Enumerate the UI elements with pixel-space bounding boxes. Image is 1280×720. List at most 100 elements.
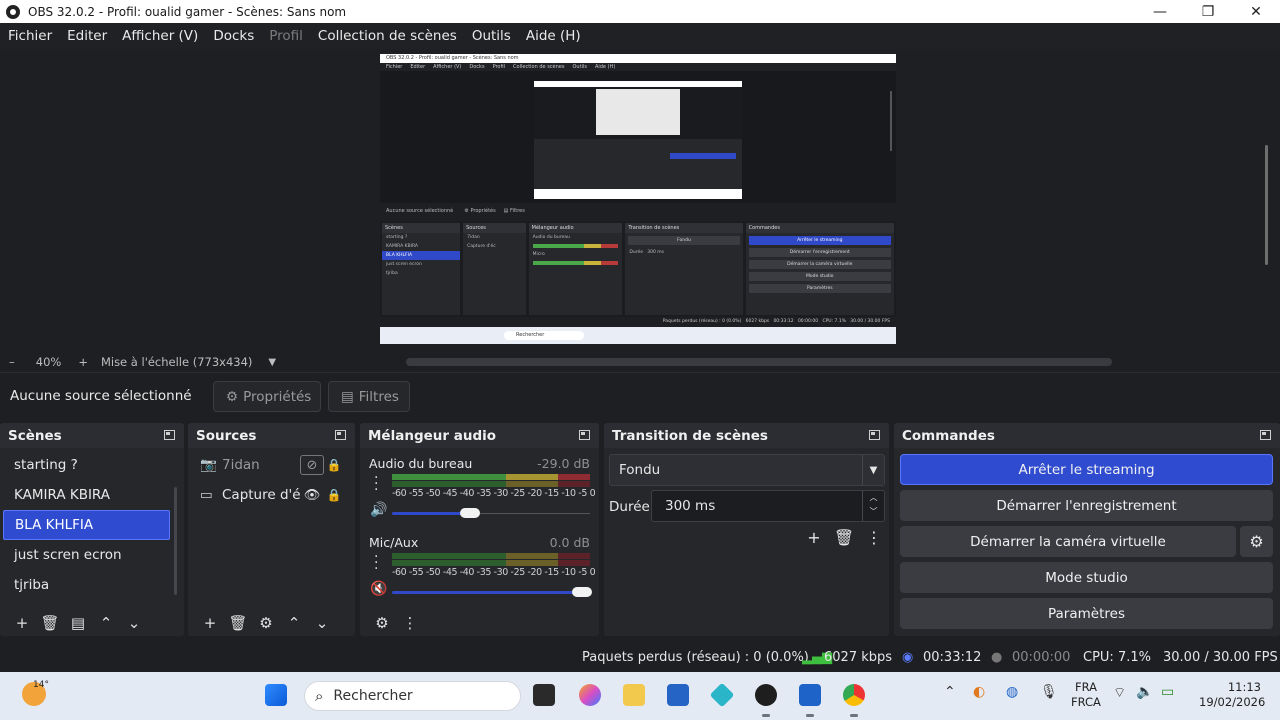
add-source-icon[interactable]: + — [196, 614, 224, 632]
scenes-scrollbar[interactable] — [174, 487, 177, 595]
menu-afficher[interactable]: Afficher (V) — [122, 28, 198, 44]
zoom-level: 40% — [35, 355, 62, 369]
wifi-icon[interactable]: ⌔ — [1113, 684, 1126, 702]
tray-app-icon[interactable]: ◐ — [973, 684, 985, 700]
obs-taskbar-icon[interactable] — [755, 684, 777, 706]
controls-dock: Commandes Arrêter le streaming Démarrer … — [894, 423, 1280, 636]
hidden-eye-icon[interactable]: ⊘ — [300, 455, 324, 475]
spin-arrows-icon[interactable]: ︿ ﹀ — [862, 491, 884, 521]
undock-icon[interactable] — [579, 430, 590, 440]
move-down-icon[interactable]: ⌄ — [120, 614, 148, 632]
remove-source-icon[interactable]: 🗑 — [224, 614, 252, 632]
studio-mode-button[interactable]: Mode studio — [900, 562, 1273, 593]
volume-knob[interactable] — [460, 508, 480, 518]
taskbar-search[interactable]: ⌕ Rechercher — [304, 681, 521, 711]
duration-spinbox[interactable]: 300 ms ︿ ﹀ — [651, 490, 885, 522]
app-icon[interactable] — [709, 682, 735, 708]
menu-collection[interactable]: Collection de scènes — [318, 28, 457, 44]
level-meter — [392, 553, 590, 559]
scenes-dock: Scènes starting ? KAMIRA KBIRA BLA KHLFI… — [0, 423, 184, 636]
remove-transition-icon[interactable]: 🗑 — [829, 528, 859, 547]
network-tray-icon[interactable]: ◍ — [1006, 684, 1018, 700]
remove-scene-icon[interactable]: 🗑 — [36, 614, 64, 632]
volume-knob[interactable] — [572, 587, 592, 597]
undock-icon[interactable] — [164, 430, 175, 440]
no-source-label: Aucune source sélectionné — [10, 388, 192, 404]
volume-slider[interactable] — [392, 512, 468, 515]
settings-button[interactable]: Paramètres — [900, 598, 1273, 629]
volume-slider[interactable] — [392, 591, 580, 594]
volume-icon[interactable]: 🔈 — [1136, 684, 1153, 700]
lock-icon[interactable]: 🔒 — [324, 458, 344, 472]
battery-icon[interactable]: ▭ — [1161, 684, 1174, 700]
close-button[interactable]: ✕ — [1232, 0, 1280, 23]
move-up-icon[interactable]: ⌃ — [92, 614, 120, 632]
menu-editer[interactable]: Editer — [67, 28, 107, 44]
lock-icon[interactable]: 🔒 — [324, 488, 344, 502]
stop-streaming-button[interactable]: Arrêter le streaming — [900, 454, 1273, 485]
stream-time: 00:33:12 — [923, 650, 982, 665]
mixer-track-desktop: Audio du bureau -29.0 dB · · · -60 -55 -50… — [369, 456, 596, 518]
preview-horizontal-scrollbar[interactable] — [406, 358, 1112, 366]
scene-item-selected[interactable]: BLA KHLFIA — [3, 510, 170, 540]
properties-button[interactable]: ⚙ Propriétés — [213, 381, 321, 412]
menu-fichier[interactable]: Fichier — [8, 28, 52, 44]
bitrate: 6027 kbps — [824, 650, 893, 665]
microphone-icon[interactable]: 🎙 — [1040, 684, 1058, 700]
menu-docks[interactable]: Docks — [213, 28, 254, 44]
scene-item[interactable]: just scren ecron — [3, 540, 170, 570]
snipping-icon[interactable] — [799, 684, 821, 706]
source-item[interactable]: ▭ Capture d'écran 👁 🔒 — [188, 480, 355, 510]
zoom-out-button[interactable]: – — [9, 355, 15, 369]
level-meter — [392, 474, 590, 480]
move-down-icon[interactable]: ⌄ — [308, 614, 336, 632]
start-recording-button[interactable]: Démarrer l'enregistrement — [900, 490, 1273, 521]
transition-menu-icon[interactable]: ⋮ — [859, 528, 889, 547]
start-icon[interactable] — [265, 684, 287, 706]
eye-icon[interactable]: 👁 — [300, 485, 324, 505]
program-preview[interactable]: OBS 32.0.2 - Profil: oualid gamer - Scèn… — [380, 54, 896, 344]
menu-aide[interactable]: Aide (H) — [526, 28, 581, 44]
source-item[interactable]: 📷 7idan ⊘ 🔒 — [188, 450, 355, 480]
speaker-icon[interactable]: 🔊 — [370, 502, 387, 518]
store-icon[interactable] — [667, 684, 689, 706]
track-menu-icon[interactable]: · · · — [374, 471, 378, 497]
menu-profil[interactable]: Profil — [269, 28, 303, 44]
chevron-up-icon[interactable]: ⌃ — [944, 684, 956, 700]
filter-icon: ▤ — [341, 388, 354, 405]
undock-icon[interactable] — [335, 430, 346, 440]
clock[interactable]: 11:13 19/02/2026 — [1199, 680, 1265, 710]
scene-item[interactable]: KAMIRA KBIRA — [3, 480, 170, 510]
virtual-camera-settings-icon[interactable]: ⚙ — [1240, 526, 1273, 557]
source-settings-icon[interactable]: ⚙ — [252, 614, 280, 632]
windows-taskbar: 14° ⌕ Rechercher ⌃ ◐ ◍ 🎙 FRA FRCA ⌔ 🔈 ▭ … — [0, 672, 1280, 720]
track-menu-icon[interactable]: · · · — [374, 550, 378, 576]
maximize-button[interactable]: ❐ — [1184, 0, 1232, 23]
window-title: OBS 32.0.2 - Profil: oualid gamer - Scèn… — [28, 4, 347, 19]
zoom-in-button[interactable]: + — [78, 355, 88, 369]
chrome-icon[interactable] — [843, 684, 865, 706]
scene-item[interactable]: tjriba — [3, 570, 170, 600]
undock-icon[interactable] — [869, 430, 880, 440]
advanced-audio-icon[interactable]: ⚙ — [368, 614, 396, 632]
scene-filters-icon[interactable]: ▤ — [64, 614, 92, 632]
muted-speaker-icon[interactable]: 🔇 — [370, 581, 387, 597]
preview-area[interactable]: OBS 32.0.2 - Profil: oualid gamer - Scèn… — [0, 49, 1280, 352]
task-view-icon[interactable] — [533, 684, 555, 706]
copilot-icon[interactable] — [579, 684, 601, 706]
undock-icon[interactable] — [1260, 430, 1271, 440]
mixer-menu-icon[interactable]: ⋮ — [396, 614, 424, 632]
language-indicator[interactable]: FRA FRCA — [1071, 680, 1101, 710]
scene-item[interactable]: starting ? — [3, 450, 170, 480]
start-virtual-camera-button[interactable]: Démarrer la caméra virtuelle — [900, 526, 1236, 557]
duration-label: Durée — [609, 499, 650, 515]
add-transition-icon[interactable]: + — [799, 528, 829, 547]
move-up-icon[interactable]: ⌃ — [280, 614, 308, 632]
scale-dropdown-icon[interactable]: ▼ — [268, 357, 276, 368]
transition-type-select[interactable]: Fondu ▼ — [609, 454, 885, 486]
minimize-button[interactable]: — — [1136, 0, 1184, 23]
filters-button[interactable]: ▤ Filtres — [328, 381, 410, 412]
file-explorer-icon[interactable] — [623, 684, 645, 706]
add-scene-icon[interactable]: + — [8, 614, 36, 632]
menu-outils[interactable]: Outils — [472, 28, 511, 44]
